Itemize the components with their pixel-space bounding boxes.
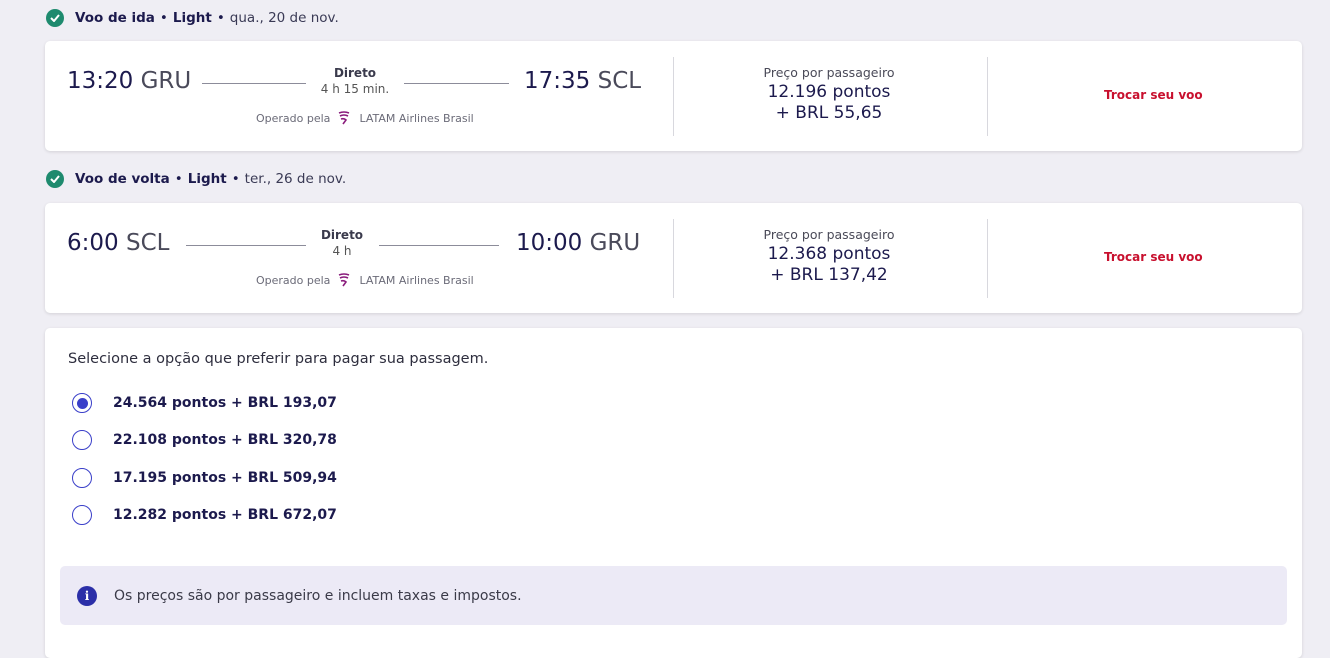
payment-option[interactable]: 12.282 pontos + BRL 672,07 [72, 503, 337, 527]
departure: 13:20 GRU [67, 68, 191, 94]
price-brl: + BRL 55,65 [775, 103, 883, 123]
departure: 6:00 SCL [67, 230, 169, 256]
inbound-header: Voo de volta • Light • ter., 26 de nov. [46, 168, 346, 190]
info-icon: i [77, 585, 97, 606]
separator: • [231, 171, 240, 187]
fare-name: Light [187, 171, 227, 187]
flight-info: Direto 4 h [282, 228, 402, 258]
route-line [379, 245, 499, 246]
divider [987, 219, 988, 298]
route-line [404, 83, 509, 84]
payment-option-label: 22.108 pontos + BRL 320,78 [113, 432, 337, 448]
latam-logo-icon [339, 273, 350, 287]
duration: 4 h [332, 244, 352, 258]
radio-button[interactable] [72, 505, 92, 525]
arrival-airport: SCL [597, 68, 642, 94]
arrival-airport: GRU [589, 230, 641, 256]
departure-airport: GRU [140, 68, 192, 94]
departure-time: 13:20 [67, 68, 134, 94]
stops-label: Direto [320, 228, 364, 242]
operated-by: Operado pela LATAM Airlines Brasil [256, 111, 474, 125]
payment-option-label: 17.195 pontos + BRL 509,94 [113, 470, 337, 486]
check-circle-icon [46, 170, 64, 188]
radio-button-selected[interactable] [72, 393, 92, 413]
price-brl: + BRL 137,42 [770, 265, 888, 285]
flight-info: Direto 4 h 15 min. [295, 66, 415, 96]
leg-date: ter., 26 de nov. [244, 171, 347, 187]
payment-option-label: 12.282 pontos + BRL 672,07 [113, 507, 337, 523]
payment-option-label: 24.564 pontos + BRL 193,07 [113, 395, 337, 411]
operated-by: Operado pela LATAM Airlines Brasil [256, 273, 474, 287]
payment-option[interactable]: 17.195 pontos + BRL 509,94 [72, 466, 337, 490]
price-label: Preço por passageiro [763, 65, 895, 80]
operated-label: Operado pela [256, 111, 331, 125]
info-text: Os preços são por passageiro e incluem t… [114, 587, 522, 604]
price-block: Preço por passageiro 12.196 pontos + BRL… [673, 65, 985, 123]
radio-button[interactable] [72, 430, 92, 450]
payment-option[interactable]: 22.108 pontos + BRL 320,78 [72, 428, 337, 452]
airline-name: LATAM Airlines Brasil [359, 273, 474, 287]
change-flight-link[interactable]: Trocar seu voo [1104, 88, 1203, 102]
separator: • [216, 10, 225, 26]
stops-label: Direto [333, 66, 377, 80]
price-points: 12.368 pontos [767, 244, 891, 264]
arrival-time: 17:35 [524, 68, 591, 94]
route-line [202, 83, 306, 84]
divider [987, 57, 988, 136]
leg-title: Voo de volta [75, 171, 170, 187]
departure-time: 6:00 [67, 230, 119, 256]
duration: 4 h 15 min. [320, 82, 390, 96]
outbound-header: Voo de ida • Light • qua., 20 de nov. [46, 7, 339, 29]
price-points: 12.196 pontos [767, 82, 891, 102]
payment-title: Selecione a opção que preferir para paga… [68, 351, 489, 367]
change-flight-link[interactable]: Trocar seu voo [1104, 250, 1203, 264]
inbound-flight-card: 6:00 SCL Direto 4 h 10:00 GRU Operado pe… [45, 203, 1302, 313]
outbound-flight-card: 13:20 GRU Direto 4 h 15 min. 17:35 SCL O… [45, 41, 1302, 151]
arrival: 17:35 SCL [524, 68, 641, 94]
leg-title: Voo de ida [75, 10, 155, 26]
airline-name: LATAM Airlines Brasil [359, 111, 474, 125]
arrival-time: 10:00 [516, 230, 583, 256]
price-label: Preço por passageiro [763, 227, 895, 242]
payment-option[interactable]: 24.564 pontos + BRL 193,07 [72, 391, 337, 415]
separator: • [159, 10, 168, 26]
operated-label: Operado pela [256, 273, 331, 287]
payment-options-card: Selecione a opção que preferir para paga… [45, 328, 1302, 658]
radio-button[interactable] [72, 468, 92, 488]
latam-logo-icon [339, 111, 350, 125]
check-circle-icon [46, 9, 64, 27]
arrival: 10:00 GRU [516, 230, 640, 256]
separator: • [174, 171, 183, 187]
price-block: Preço por passageiro 12.368 pontos + BRL… [673, 227, 985, 285]
radio-dot [76, 397, 88, 409]
info-banner: i Os preços são por passageiro e incluem… [60, 566, 1287, 625]
fare-name: Light [172, 10, 212, 26]
departure-airport: SCL [125, 230, 170, 256]
leg-date: qua., 20 de nov. [229, 10, 339, 26]
